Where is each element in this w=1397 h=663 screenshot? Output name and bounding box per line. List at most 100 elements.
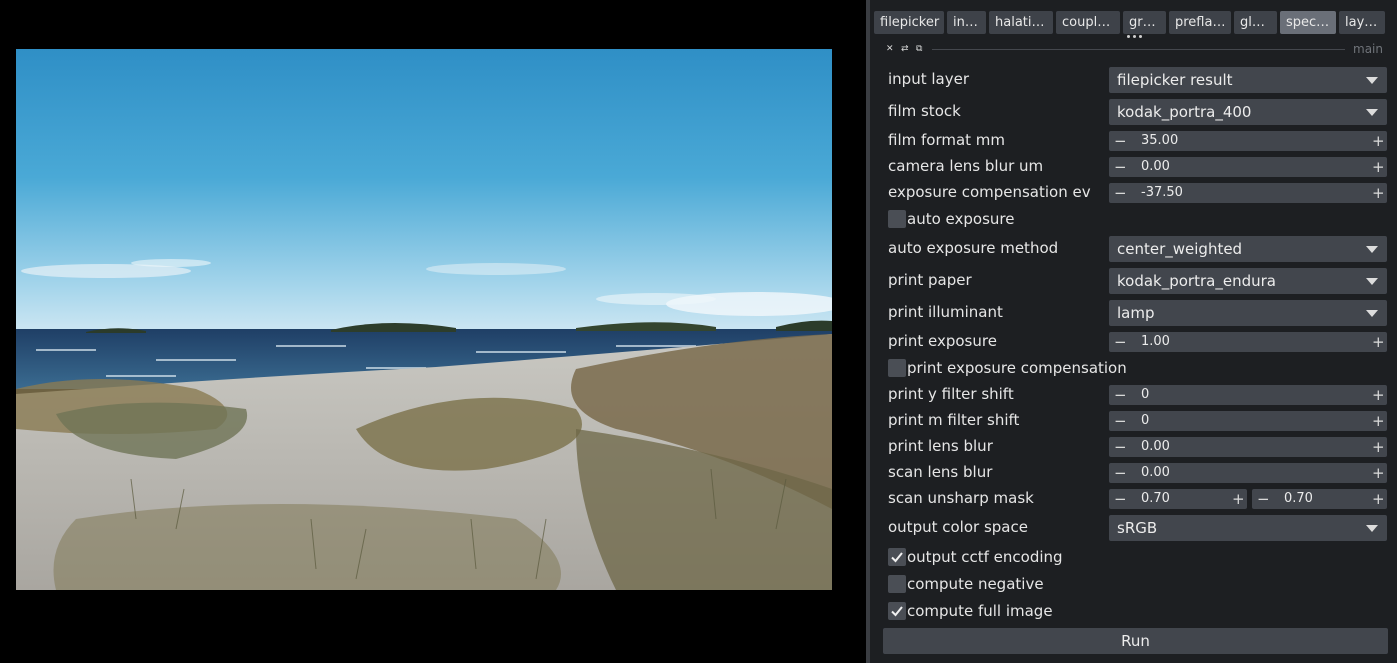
scan-unsharp-mask-label: scan unsharp mask [888, 489, 1034, 507]
print-illuminant-select[interactable]: lamp [1109, 300, 1387, 326]
scan-unsharp-mask-spinbox-1[interactable]: − 0.70 + [1109, 489, 1247, 509]
increment-icon[interactable]: + [1232, 489, 1245, 509]
checkmark-icon [891, 552, 903, 563]
increment-icon[interactable]: + [1372, 183, 1385, 203]
decrement-icon[interactable]: − [1114, 131, 1127, 151]
tab-7[interactable]: spec… [1280, 11, 1336, 34]
output-cctf-encoding-checkbox[interactable] [888, 548, 906, 566]
row-compute-full-image: compute full image [888, 602, 1388, 620]
camera-lens-blur-value: 0.00 [1141, 159, 1170, 174]
float-icon[interactable]: ⧉ [916, 42, 922, 56]
compute-full-image-label: compute full image [907, 602, 1053, 620]
row-scan-unsharp-mask: scan unsharp mask − 0.70 + − 0.70 + [888, 489, 1388, 509]
print-paper-label: print paper [888, 271, 972, 289]
row-film-stock: film stock kodak_portra_400 [888, 99, 1388, 125]
close-icon[interactable]: ✕ [886, 42, 894, 56]
row-print-illuminant: print illuminant lamp [888, 300, 1388, 326]
decrement-icon[interactable]: − [1114, 411, 1127, 431]
auto-exposure-checkbox[interactable] [888, 210, 906, 228]
input-layer-value: filepicker result [1117, 71, 1233, 89]
tab-1[interactable]: in… [947, 11, 986, 34]
output-color-space-select[interactable]: sRGB [1109, 515, 1387, 541]
camera-lens-blur-spinbox[interactable]: − 0.00 + [1109, 157, 1387, 177]
increment-icon[interactable]: + [1372, 489, 1385, 509]
increment-icon[interactable]: + [1372, 131, 1385, 151]
film-format-mm-spinbox[interactable]: − 35.00 + [1109, 131, 1387, 151]
print-exposure-compensation-label: print exposure compensation [907, 359, 1127, 377]
row-camera-lens-blur: camera lens blur um − 0.00 + [888, 157, 1388, 177]
scan-lens-blur-spinbox[interactable]: − 0.00 + [1109, 463, 1387, 483]
tab-6[interactable]: gl… [1234, 11, 1277, 34]
dock-header: ✕ ⇄ ⧉ main [884, 42, 1383, 56]
scan-lens-blur-value: 0.00 [1141, 465, 1170, 480]
decrement-icon[interactable]: − [1114, 385, 1127, 405]
tab-8[interactable]: lay… [1339, 11, 1385, 34]
decrement-icon[interactable]: − [1114, 157, 1127, 177]
compute-full-image-checkbox[interactable] [888, 602, 906, 620]
preview-image [16, 49, 832, 590]
decrement-icon[interactable]: − [1114, 489, 1127, 509]
print-illuminant-value: lamp [1117, 304, 1155, 322]
dock-title: main [1353, 42, 1383, 56]
image-viewer[interactable] [0, 0, 866, 663]
tab-3[interactable]: coupl… [1056, 11, 1120, 34]
output-color-space-value: sRGB [1117, 519, 1158, 537]
film-stock-select[interactable]: kodak_portra_400 [1109, 99, 1387, 125]
parameters-panel: filepicker in… halati… coupl… gr… prefla… gl… s… [870, 0, 1397, 663]
film-format-mm-value: 35.00 [1141, 133, 1179, 148]
exposure-compensation-label: exposure compensation ev [888, 183, 1091, 201]
print-m-filter-shift-value: 0 [1141, 413, 1150, 428]
row-input-layer: input layer filepicker result [888, 67, 1388, 93]
tab-0[interactable]: filepicker [874, 11, 944, 34]
print-illuminant-label: print illuminant [888, 303, 1003, 321]
print-y-filter-shift-spinbox[interactable]: − 0 + [1109, 385, 1387, 405]
print-exposure-compensation-checkbox[interactable] [888, 359, 906, 377]
tab-5[interactable]: prefla… [1169, 11, 1231, 34]
camera-lens-blur-label: camera lens blur um [888, 157, 1044, 175]
row-print-paper: print paper kodak_portra_endura [888, 268, 1388, 294]
increment-icon[interactable]: + [1372, 332, 1385, 352]
decrement-icon[interactable]: − [1114, 183, 1127, 203]
decrement-icon[interactable]: − [1114, 463, 1127, 483]
print-lens-blur-spinbox[interactable]: − 0.00 + [1109, 437, 1387, 457]
print-y-filter-shift-label: print y filter shift [888, 385, 1014, 403]
increment-icon[interactable]: + [1372, 437, 1385, 457]
chevron-down-icon [1366, 525, 1378, 532]
row-auto-exposure-method: auto exposure method center_weighted [888, 236, 1388, 262]
increment-icon[interactable]: + [1372, 385, 1385, 405]
exposure-compensation-spinbox[interactable]: − -37.50 + [1109, 183, 1387, 203]
scan-unsharp-mask-value-1: 0.70 [1141, 491, 1170, 506]
scan-unsharp-mask-spinbox-2[interactable]: − 0.70 + [1252, 489, 1387, 509]
print-y-filter-shift-value: 0 [1141, 387, 1150, 402]
tab-4[interactable]: gr… [1123, 11, 1166, 34]
decrement-icon[interactable]: − [1257, 489, 1270, 509]
row-print-y-filter-shift: print y filter shift − 0 + [888, 385, 1388, 405]
auto-exposure-method-label: auto exposure method [888, 239, 1059, 257]
print-exposure-spinbox[interactable]: − 1.00 + [1109, 332, 1387, 352]
output-cctf-encoding-label: output cctf encoding [907, 548, 1063, 566]
compute-negative-checkbox[interactable] [888, 575, 906, 593]
row-output-cctf-encoding: output cctf encoding [888, 548, 1388, 566]
output-color-space-label: output color space [888, 518, 1028, 536]
increment-icon[interactable]: + [1372, 157, 1385, 177]
increment-icon[interactable]: + [1372, 463, 1385, 483]
increment-icon[interactable]: + [1372, 411, 1385, 431]
print-paper-select[interactable]: kodak_portra_endura [1109, 268, 1387, 294]
chevron-down-icon [1366, 109, 1378, 116]
scan-unsharp-mask-value-2: 0.70 [1284, 491, 1313, 506]
run-button[interactable]: Run [883, 628, 1388, 654]
tab-overflow-icon[interactable] [1127, 35, 1143, 39]
tab-2[interactable]: halati… [989, 11, 1053, 34]
row-print-lens-blur: print lens blur − 0.00 + [888, 437, 1388, 457]
pin-icon[interactable]: ⇄ [901, 42, 909, 56]
decrement-icon[interactable]: − [1114, 332, 1127, 352]
row-print-m-filter-shift: print m filter shift − 0 + [888, 411, 1388, 431]
decrement-icon[interactable]: − [1114, 437, 1127, 457]
auto-exposure-method-select[interactable]: center_weighted [1109, 236, 1387, 262]
print-lens-blur-label: print lens blur [888, 437, 993, 455]
film-stock-label: film stock [888, 102, 961, 120]
row-output-color-space: output color space sRGB [888, 515, 1388, 541]
print-m-filter-shift-spinbox[interactable]: − 0 + [1109, 411, 1387, 431]
input-layer-select[interactable]: filepicker result [1109, 67, 1387, 93]
film-stock-value: kodak_portra_400 [1117, 103, 1252, 121]
